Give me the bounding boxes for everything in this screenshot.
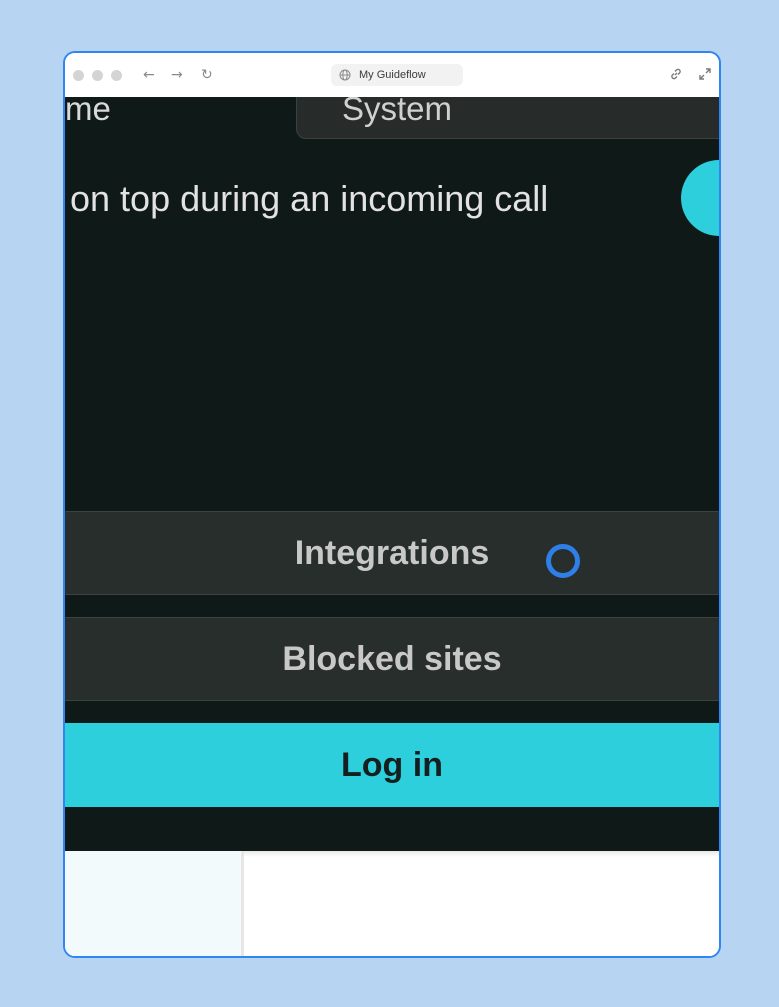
lower-page-area: [65, 851, 719, 956]
browser-window: ← → ↻ My Guideflow me System on top duri…: [63, 51, 721, 958]
browser-toolbar: ← → ↻ My Guideflow: [65, 53, 719, 98]
back-arrow-icon[interactable]: ←: [143, 65, 155, 85]
theme-select[interactable]: System: [296, 97, 719, 139]
incoming-call-setting-label: on top during an incoming call: [70, 178, 549, 219]
window-maximize-dot[interactable]: [111, 70, 122, 81]
cursor-indicator: [546, 544, 580, 578]
address-bar[interactable]: My Guideflow: [331, 64, 463, 86]
app-viewport: me System on top during an incoming call…: [65, 97, 719, 851]
incoming-call-toggle[interactable]: [681, 160, 719, 236]
background-frame: ← → ↻ My Guideflow me System on top duri…: [0, 0, 779, 1007]
integrations-button[interactable]: Integrations: [65, 511, 719, 595]
window-close-dot[interactable]: [73, 70, 84, 81]
theme-select-value: System: [342, 97, 453, 127]
reload-icon[interactable]: ↻: [201, 65, 213, 85]
blocked-sites-button[interactable]: Blocked sites: [65, 617, 719, 701]
link-icon[interactable]: [669, 67, 683, 81]
theme-label: me: [65, 97, 111, 127]
lower-left-panel: [65, 851, 244, 956]
page-title: My Guideflow: [359, 69, 426, 81]
forward-arrow-icon[interactable]: →: [171, 65, 183, 85]
expand-icon[interactable]: [698, 67, 712, 81]
globe-icon: [339, 69, 351, 81]
login-button[interactable]: Log in: [65, 723, 719, 807]
window-minimize-dot[interactable]: [92, 70, 103, 81]
